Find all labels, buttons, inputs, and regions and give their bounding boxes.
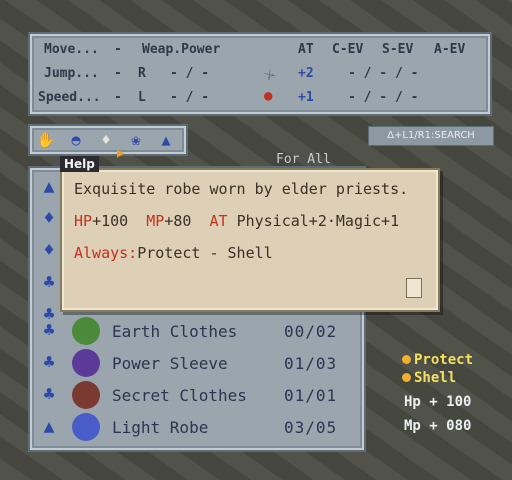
jump-label: Jump... [44, 66, 99, 81]
search-hint: Δ+L1/R1:SEARCH [368, 126, 494, 146]
accessory-icon[interactable]: ❀ [126, 130, 146, 150]
item-sprite-icon [72, 317, 100, 345]
item-quantity: 00/02 [284, 322, 338, 341]
move-value: - [114, 42, 122, 57]
list-item[interactable]: ▲ Light Robe 03/05 [36, 412, 360, 442]
page-icon [406, 278, 422, 298]
item-name: Earth Clothes [112, 322, 238, 341]
clothes-icon: ♣ [43, 384, 55, 405]
rod-icon: ● [264, 88, 273, 104]
always-value: Protect - Shell [137, 244, 273, 262]
helmet-icon[interactable]: ◓ [66, 130, 86, 150]
hand-icon[interactable]: ✋ [36, 130, 56, 150]
equipment-tab-bar: ✋ ◓ ♦ ❀ ▲ [28, 124, 188, 156]
help-tooltip: Exquisite robe worn by elder priests. HP… [60, 168, 440, 312]
hp-bonus-label: Hp [404, 394, 421, 410]
list-item[interactable]: ♣ Secret Clothes 01/01 [36, 380, 360, 410]
clothes-icon: ♣ [43, 320, 55, 341]
left-hand-label: L [138, 90, 146, 105]
at-value: Physical+2·Magic+1 [236, 212, 400, 230]
robe-icon: ▲ [43, 416, 55, 437]
item-sprite-icon [72, 349, 100, 377]
header-a-ev: A-EV [434, 42, 466, 57]
for-all-label: For All [276, 152, 331, 167]
armor-icon[interactable]: ♦ [96, 130, 116, 150]
bag-icon[interactable]: ▲ [156, 130, 176, 150]
robe-icon: ▲ [43, 176, 55, 197]
mp-bonus: Mp + 080 [404, 418, 471, 434]
item-quantity: 01/01 [284, 386, 338, 405]
at-label: AT [209, 212, 228, 230]
pointer-icon: ▶ [117, 146, 125, 161]
clothes-icon: ♣ [43, 352, 55, 373]
header-c-ev: C-EV [332, 42, 364, 57]
status-dot-icon [402, 355, 411, 364]
status-shell: Shell [402, 370, 456, 386]
item-quantity: 03/05 [284, 418, 338, 437]
speed-label: Speed... [38, 90, 101, 105]
shell-label: Shell [414, 370, 457, 386]
jump-value: - [114, 66, 122, 81]
list-item[interactable]: ♣ Power Sleeve 01/03 [36, 348, 360, 378]
item-name: Power Sleeve [112, 354, 228, 373]
item-quantity: 01/03 [284, 354, 338, 373]
sword-icon: ⚔ [259, 62, 279, 85]
right-hand-label: R [138, 66, 146, 81]
header-s-ev: S-EV [382, 42, 414, 57]
clothes-icon: ♣ [43, 272, 55, 293]
help-always-line: Always:Protect - Shell [74, 244, 273, 262]
right-hand-power: - / - [170, 66, 210, 81]
weap-power-label: Weap.Power [142, 42, 221, 57]
item-name: Light Robe [112, 418, 209, 437]
right-at-mod: +2 [298, 66, 314, 81]
header-at: AT [298, 42, 314, 57]
protect-label: Protect [414, 352, 474, 368]
left-hand-power: - / - [170, 90, 210, 105]
right-ev-mods: - / - / - [348, 66, 419, 81]
help-description: Exquisite robe worn by elder priests. [74, 180, 409, 198]
hp-label: HP [74, 212, 93, 230]
stats-panel: Move... - Weap.Power Jump... - R - / - S… [28, 32, 492, 116]
mp-label: MP [146, 212, 165, 230]
armor-icon: ♦ [43, 208, 55, 229]
hp-value: +100 [92, 212, 129, 230]
left-ev-mods: - / - / - [348, 90, 419, 105]
armor-icon: ♦ [43, 240, 55, 261]
left-at-mod: +1 [298, 90, 314, 105]
item-name: Secret Clothes [112, 386, 247, 405]
item-sprite-icon [72, 381, 100, 409]
list-item[interactable]: ♣ Earth Clothes 00/02 [36, 316, 360, 346]
status-protect: Protect [402, 352, 473, 368]
help-stats-line: HP+100 MP+80 AT Physical+2·Magic+1 [74, 212, 399, 230]
item-sprite-icon [72, 413, 100, 441]
hp-bonus: Hp + 100 [404, 394, 471, 410]
speed-value: - [114, 90, 122, 105]
always-label: Always: [74, 244, 138, 262]
status-dot-icon [402, 373, 411, 382]
move-label: Move... [44, 42, 99, 57]
mp-value: +80 [164, 212, 192, 230]
mp-bonus-value: + 080 [429, 418, 472, 434]
hp-bonus-value: + 100 [429, 394, 472, 410]
help-title: Help [60, 156, 99, 172]
mp-bonus-label: Mp [404, 418, 421, 434]
